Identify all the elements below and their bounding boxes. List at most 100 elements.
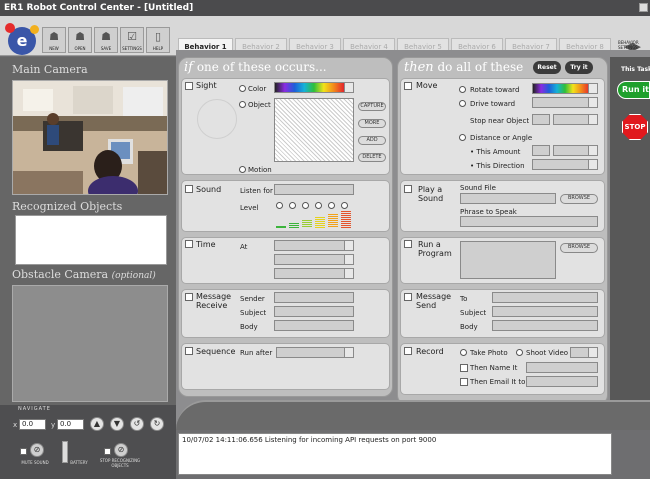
this-task-label: This Task [621,66,650,73]
drive-toward-label: Drive toward [470,100,516,108]
sound-checkbox[interactable] [185,185,193,193]
drive-toward-radio[interactable] [459,100,466,107]
open-button[interactable]: ☗ OPEN [68,27,92,53]
status-log[interactable]: 10/07/02 14:11:06.656 Listening for inco… [178,433,612,475]
object-radio[interactable] [239,101,246,108]
phrase-to-speak-label: Phrase to Speak [460,208,517,216]
then-name-it-checkbox[interactable] [460,364,468,372]
color-dropdown[interactable] [274,82,354,93]
send-subject-field[interactable] [492,306,598,317]
listen-for-field[interactable] [274,184,354,195]
sight-checkbox[interactable] [185,82,193,90]
camera-image [13,81,167,194]
task-panel [610,57,650,417]
log-entry: 10/07/02 14:11:06.656 Listening for inco… [182,436,437,444]
body-field[interactable] [274,320,354,331]
try-it-button[interactable]: Try it [565,61,593,74]
navigate-panel [0,405,176,479]
email-it-field[interactable] [526,376,598,387]
move-label: Move [416,81,438,90]
run-after-label: Run after [240,349,273,357]
direction-dropdown[interactable] [532,159,598,170]
stop-recognizing-label: STOP RECOGNIZING OBJECTS [99,458,141,468]
object-image-box[interactable] [274,98,354,162]
amount-units-dropdown[interactable] [553,145,598,156]
y-field[interactable]: 0.0 [57,419,84,430]
delete-button[interactable]: DELETE [358,153,386,162]
stop-near-field[interactable] [532,114,550,125]
new-button[interactable]: ☗ NEW [42,27,66,53]
shoot-video-radio[interactable] [516,349,523,356]
sequence-checkbox[interactable] [185,347,193,355]
program-path-field[interactable] [460,241,556,279]
motion-radio[interactable] [239,166,246,173]
play-sound-checkbox[interactable] [404,185,412,193]
save-button[interactable]: ☗ SAVE [94,27,118,53]
phrase-to-speak-field[interactable] [460,216,598,227]
message-send-checkbox[interactable] [404,293,412,301]
take-photo-radio[interactable] [460,349,467,356]
x-field[interactable]: 0.0 [19,419,46,430]
distance-angle-label: Distance or Angle [470,134,533,142]
browse-program-button[interactable]: BROWSE [560,243,598,253]
mute-sound-checkbox[interactable] [20,448,27,455]
rotate-left-button[interactable]: ↺ [130,417,144,431]
amount-field[interactable] [532,145,550,156]
forward-button[interactable]: ▲ [90,417,104,431]
window-title-bar: ER1 Robot Control Center - [Untitled] [0,0,650,16]
sender-field[interactable] [274,292,354,303]
sight-label: Sight [196,81,217,90]
window-title: ER1 Robot Control Center - [Untitled] [4,3,194,13]
object-label: Object [248,101,271,109]
message-receive-checkbox[interactable] [185,293,193,301]
more-button[interactable]: MORE [358,119,386,128]
record-checkbox[interactable] [404,347,412,355]
run-it-button[interactable]: Run it [617,81,650,99]
obstacle-camera-view [12,285,168,402]
color-radio[interactable] [239,85,246,92]
drive-toward-dropdown[interactable] [532,97,598,108]
then-email-it-checkbox[interactable] [460,378,468,386]
send-body-field[interactable] [492,320,598,331]
distance-angle-radio[interactable] [459,134,466,141]
settings-button[interactable]: ☑ SETTINGS [120,27,144,53]
stop-button[interactable]: STOP [622,114,648,140]
run-program-checkbox[interactable] [404,240,412,248]
add-button[interactable]: ADD [358,136,386,145]
battery-label: BATTERY [70,460,88,465]
decorative-swoosh [176,400,650,430]
stop-near-object-label: Stop near Object [470,117,530,125]
time-label: Time [196,240,216,249]
run-after-dropdown[interactable] [276,347,354,358]
to-field[interactable] [492,292,598,303]
capture-button[interactable]: CAPTURE [358,102,386,111]
stop-recognizing-checkbox[interactable] [104,448,111,455]
then-email-it-label: Then Email It to [470,378,526,386]
time-dropdown-2[interactable] [274,254,354,265]
time-dropdown-1[interactable] [274,240,354,251]
this-direction-label: • This Direction [470,162,525,170]
backward-button[interactable]: ▼ [110,417,124,431]
rotate-toward-dropdown[interactable] [532,83,598,94]
minimize-button[interactable] [639,3,648,12]
time-dropdown-3[interactable] [274,268,354,279]
name-it-field[interactable] [526,362,598,373]
behavior-settings-button[interactable]: BEHAVIOR SETTINGS [618,40,639,50]
send-body-label: Body [460,323,478,331]
recognized-objects-list[interactable] [15,215,167,265]
rotate-toward-radio[interactable] [459,86,466,93]
sequence-label: Sequence [196,347,236,356]
move-checkbox[interactable] [404,82,412,90]
sound-level-meter[interactable] [274,202,354,230]
browse-sound-button[interactable]: BROWSE [560,194,598,204]
help-icon: ▯ [154,30,162,43]
time-checkbox[interactable] [185,240,193,248]
sound-file-field[interactable] [460,193,556,204]
video-length-dropdown[interactable] [570,347,598,358]
rotate-left-icon: ↺ [133,419,141,428]
help-button[interactable]: ▯ HELP [146,27,170,53]
rotate-right-button[interactable]: ↻ [150,417,164,431]
stop-near-units-dropdown[interactable] [553,114,598,125]
reset-button[interactable]: Reset [533,61,561,74]
subject-field[interactable] [274,306,354,317]
